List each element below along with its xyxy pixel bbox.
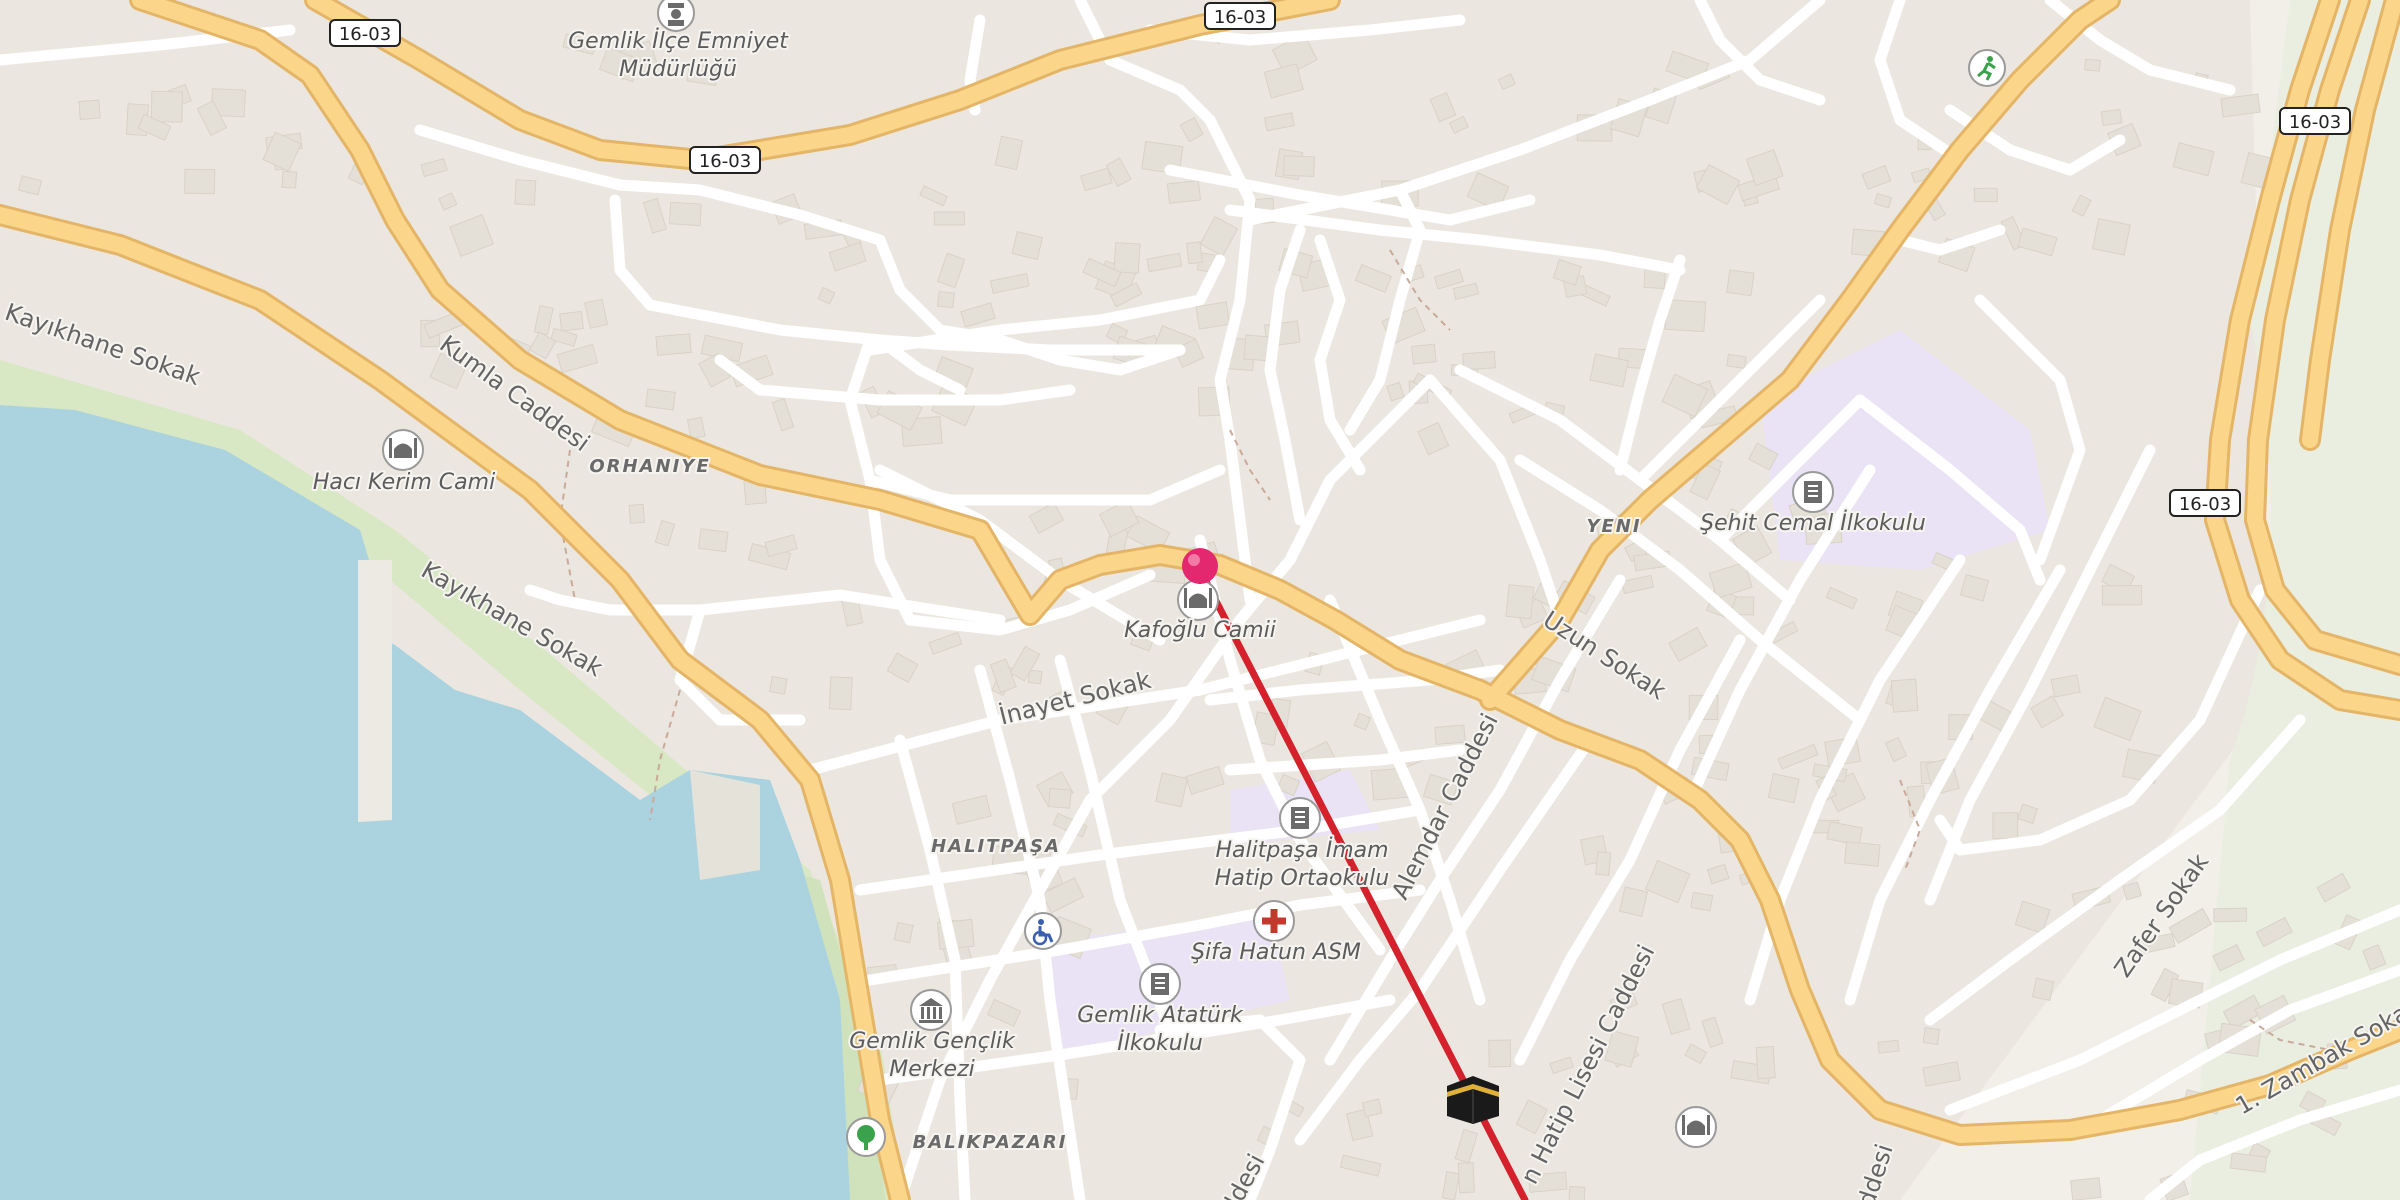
school-icon[interactable] <box>1792 471 1834 513</box>
building <box>2091 218 2131 256</box>
building <box>1434 724 1466 745</box>
building <box>645 388 676 411</box>
building <box>828 676 853 711</box>
building <box>2100 108 2123 127</box>
building <box>1488 1039 1512 1068</box>
poi-label: Şehit Cemal İlkokulu <box>1700 510 1926 536</box>
school-icon[interactable] <box>1279 797 1321 839</box>
building <box>1844 841 1881 867</box>
mosque-icon[interactable] <box>1177 579 1219 621</box>
location-pin[interactable] <box>1182 548 1218 584</box>
building <box>1166 179 1202 204</box>
sports-icon[interactable] <box>1968 49 2006 87</box>
building <box>2213 907 2248 923</box>
building <box>1877 1039 1900 1054</box>
building <box>514 179 537 206</box>
building <box>78 99 101 121</box>
route-shield: 16-03 <box>689 146 761 174</box>
building <box>1618 886 1649 917</box>
harbour-quay <box>690 770 760 880</box>
building <box>1361 1098 1383 1118</box>
building <box>893 921 914 944</box>
poi-label: Gemlik Gençlik <box>849 1029 1016 1054</box>
route-shield: 16-03 <box>1204 2 1276 30</box>
mosque-icon[interactable] <box>1675 1106 1717 1148</box>
poi-label: Gemlik İlçe Emniyet <box>568 28 789 54</box>
building <box>150 90 183 123</box>
building <box>2084 58 2101 72</box>
building <box>1726 353 1747 369</box>
building <box>768 675 788 695</box>
poi-label: Şifa Hatun ASM <box>1191 940 1361 965</box>
district-label: BALIKPAZARI <box>913 1132 1068 1153</box>
building <box>697 528 729 553</box>
svg-text:16-03: 16-03 <box>339 24 391 45</box>
building <box>1567 1185 1586 1200</box>
building <box>2070 1177 2102 1200</box>
building <box>937 290 955 309</box>
svg-text:16-03: 16-03 <box>1214 7 1266 28</box>
building <box>1890 678 1919 713</box>
poi-label: Hatip Ortaokulu <box>1215 866 1389 891</box>
poi-label: Hacı Kerim Cami <box>313 470 495 495</box>
poi-label: İlkokulu <box>1117 1030 1203 1056</box>
poi-label: Kafoğlu Camii <box>1124 618 1276 643</box>
map-canvas[interactable]: 16-03 16-03 16-03 16-03 16-03 Gemlik İlç… <box>0 0 2400 1200</box>
building <box>1195 301 1231 330</box>
district-label: HALITPAŞA <box>931 836 1061 857</box>
building <box>1048 787 1072 809</box>
route-shield: 16-03 <box>2279 107 2351 135</box>
route-shield: 16-03 <box>2169 489 2241 517</box>
building <box>1283 155 1316 178</box>
svg-text:16-03: 16-03 <box>2289 112 2341 133</box>
tree-icon[interactable] <box>846 1117 886 1157</box>
building <box>933 211 965 226</box>
building <box>1690 891 1714 912</box>
building <box>1185 241 1204 265</box>
building <box>1410 343 1437 365</box>
building <box>1113 241 1141 274</box>
building <box>1505 584 1535 620</box>
poi-label: Merkezi <box>889 1057 975 1082</box>
pier <box>358 560 392 822</box>
poi-label: Gemlik Atatürk <box>1077 1003 1244 1028</box>
svg-text:16-03: 16-03 <box>2179 494 2231 515</box>
poi-label: Müdürlüğü <box>619 57 737 82</box>
building <box>1155 772 1189 808</box>
building <box>281 170 298 189</box>
police-icon[interactable] <box>657 0 695 32</box>
building <box>1767 773 1800 804</box>
school-icon[interactable] <box>1139 963 1181 1005</box>
building <box>1027 669 1043 685</box>
building <box>1992 812 2019 840</box>
building <box>1595 851 1612 876</box>
community-centre-icon[interactable] <box>910 989 952 1031</box>
building <box>559 310 584 332</box>
building <box>655 333 692 356</box>
building <box>184 168 216 195</box>
building <box>2031 977 2055 1002</box>
district-label: YENI <box>1586 516 1641 537</box>
building <box>2101 585 2143 606</box>
building <box>1457 1162 1475 1194</box>
building <box>628 503 645 524</box>
district-label: ORHANIYE <box>589 456 710 477</box>
building <box>1973 187 1998 203</box>
building <box>1462 351 1496 371</box>
svg-text:16-03: 16-03 <box>699 151 751 172</box>
building <box>686 416 706 440</box>
wheelchair-icon[interactable] <box>1024 912 1062 950</box>
mosque-icon[interactable] <box>382 429 424 471</box>
building <box>668 201 702 227</box>
kaaba-icon[interactable] <box>1447 1076 1499 1124</box>
building <box>1922 1027 1941 1045</box>
building <box>1755 1045 1776 1080</box>
building <box>1726 269 1755 297</box>
poi-label: Halitpaşa İmam <box>1215 837 1388 863</box>
clinic-icon[interactable] <box>1253 900 1295 942</box>
route-shield: 16-03 <box>329 19 401 47</box>
